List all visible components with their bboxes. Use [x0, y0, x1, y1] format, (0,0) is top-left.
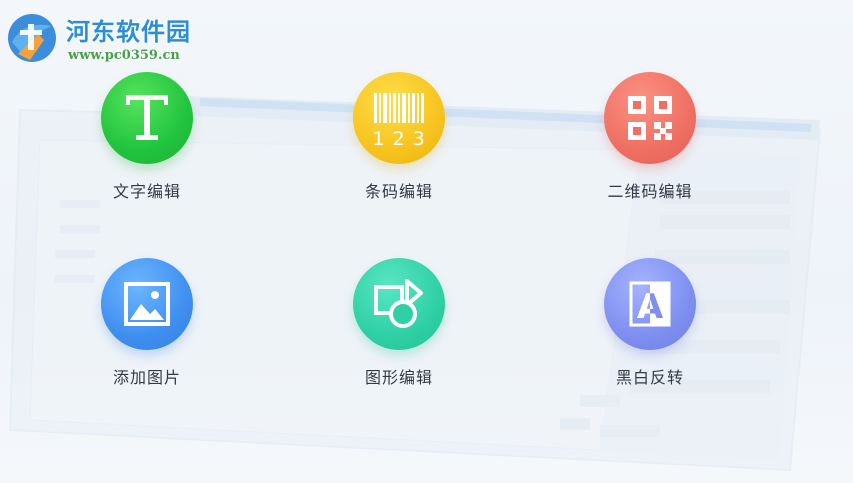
barcode-digits: 1 2 3 — [372, 128, 426, 150]
qrcode-icon — [628, 96, 672, 140]
invert-a-icon: A A — [629, 281, 671, 327]
qrcode-edit-icon-circle — [604, 72, 696, 164]
invert-button[interactable]: A A 黑白反转 — [580, 258, 720, 398]
add-image-label: 添加图片 — [112, 368, 181, 387]
watermark-title: 河东软件园 — [66, 17, 191, 46]
text-edit-label: 文字编辑 — [112, 182, 181, 201]
site-logo-icon — [8, 14, 56, 62]
shape-edit-icon-circle — [353, 258, 445, 350]
invert-label: 黑白反转 — [615, 368, 684, 387]
add-image-button[interactable]: 添加图片 — [77, 258, 217, 398]
watermark-url: www.pc0359.cn — [68, 48, 180, 63]
text-edit-icon-circle — [101, 72, 193, 164]
barcode-edit-label: 条码编辑 — [364, 182, 433, 201]
barcode-edit-icon-circle: 1 2 3 — [353, 72, 445, 164]
qrcode-edit-button[interactable]: 二维码编辑 — [580, 72, 720, 212]
shapes-icon — [374, 279, 423, 328]
add-image-icon-circle — [101, 258, 193, 350]
image-icon — [124, 282, 170, 326]
text-edit-button[interactable]: 文字编辑 — [77, 72, 217, 212]
text-t-icon — [126, 95, 168, 140]
qrcode-edit-label: 二维码编辑 — [607, 182, 693, 201]
watermark: 河东软件园 www.pc0359.cn — [4, 6, 244, 68]
barcode-edit-button[interactable]: 1 2 3 条码编辑 — [329, 72, 469, 212]
invert-icon-circle: A A — [604, 258, 696, 350]
shape-edit-label: 图形编辑 — [364, 368, 433, 387]
shape-edit-button[interactable]: 图形编辑 — [329, 258, 469, 398]
